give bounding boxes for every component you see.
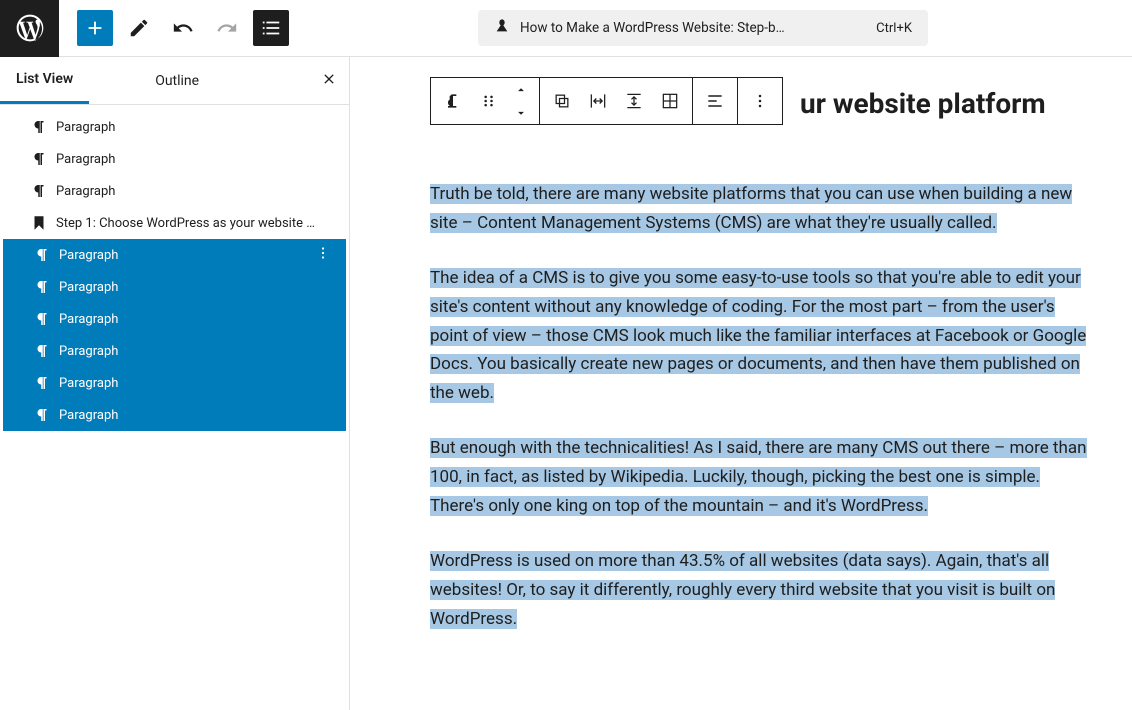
list-item[interactable]: Step 1: Choose WordPress as your website… [0,207,349,239]
list-item-label: Paragraph [59,376,118,391]
block-list: Paragraph Paragraph Paragraph Step 1: Choos… [0,105,349,710]
editor-canvas[interactable]: ur website platform Truth be told, there… [350,57,1132,710]
grid-button[interactable] [652,78,688,124]
paragraph-block[interactable]: The idea of a CMS is to give you some ea… [430,264,1092,408]
list-item[interactable]: Paragraph [0,111,349,143]
list-item-label: Paragraph [56,184,115,199]
list-item-label: Paragraph [56,152,115,167]
paragraph-icon [33,310,51,328]
top-toolbar: How to Make a WordPress Website: Step-b…… [0,0,1132,57]
tab-outline[interactable]: Outline [139,57,215,104]
list-item[interactable]: Paragraph [3,239,346,271]
document-title-bar[interactable]: How to Make a WordPress Website: Step-b…… [478,10,928,46]
paragraph-icon [30,182,48,200]
wordpress-logo[interactable] [0,0,59,57]
list-item[interactable]: Paragraph [3,303,346,335]
paragraph-icon [30,150,48,168]
redo-button[interactable] [209,10,245,46]
content: ur website platform Truth be told, there… [430,87,1092,634]
more-options-button[interactable] [742,78,778,124]
heading-icon [30,214,48,232]
sidebar-tabs: List View Outline [0,57,349,105]
move-up-button[interactable] [507,78,535,101]
list-item[interactable]: Paragraph [3,399,346,431]
paragraph-icon [33,406,51,424]
list-view-sidebar: List View Outline ParagraphParagraphPara… [0,57,350,710]
copy-button[interactable] [544,78,580,124]
more-icon[interactable] [314,244,332,266]
toolbar-left-group [59,0,289,56]
list-item-label: Paragraph [59,248,118,263]
list-item-label: Paragraph [59,408,118,423]
pen-icon [494,18,510,38]
document-title: How to Make a WordPress Website: Step-b… [520,20,860,36]
list-item[interactable]: Paragraph [3,271,346,303]
list-item-label: Step 1: Choose WordPress as your website… [56,216,315,231]
list-item-label: Paragraph [59,312,118,327]
paragraph-icon [33,278,51,296]
align-button[interactable] [697,78,733,124]
paragraph-block[interactable]: WordPress is used on more than 43.5% of … [430,547,1092,634]
edit-tools-button[interactable] [121,10,157,46]
stretch-width-button[interactable] [580,78,616,124]
add-block-button[interactable] [77,10,113,46]
block-toolbar [430,77,783,125]
move-down-button[interactable] [507,101,535,124]
keyboard-shortcut: Ctrl+K [876,21,912,36]
paragraph-icon [33,246,51,264]
undo-button[interactable] [165,10,201,46]
list-item[interactable]: Paragraph [3,367,346,399]
drag-handle-button[interactable] [471,78,507,124]
block-type-button[interactable] [435,78,471,124]
align-height-button[interactable] [616,78,652,124]
paragraph-block[interactable]: Truth be told, there are many website pl… [430,180,1092,238]
list-item-label: Paragraph [56,120,115,135]
paragraph-block[interactable]: But enough with the technicalities! As I… [430,434,1092,521]
tab-list-view[interactable]: List View [0,57,89,104]
list-item-label: Paragraph [59,344,118,359]
close-sidebar-button[interactable] [321,71,337,91]
list-item[interactable]: Paragraph [0,143,349,175]
paragraph-icon [33,374,51,392]
block-mover[interactable] [507,78,535,124]
list-item-label: Paragraph [59,280,118,295]
list-view-toggle-button[interactable] [253,10,289,46]
paragraph-icon [30,118,48,136]
list-item[interactable]: Paragraph [0,175,349,207]
paragraph-icon [33,342,51,360]
list-item[interactable]: Paragraph [3,335,346,367]
